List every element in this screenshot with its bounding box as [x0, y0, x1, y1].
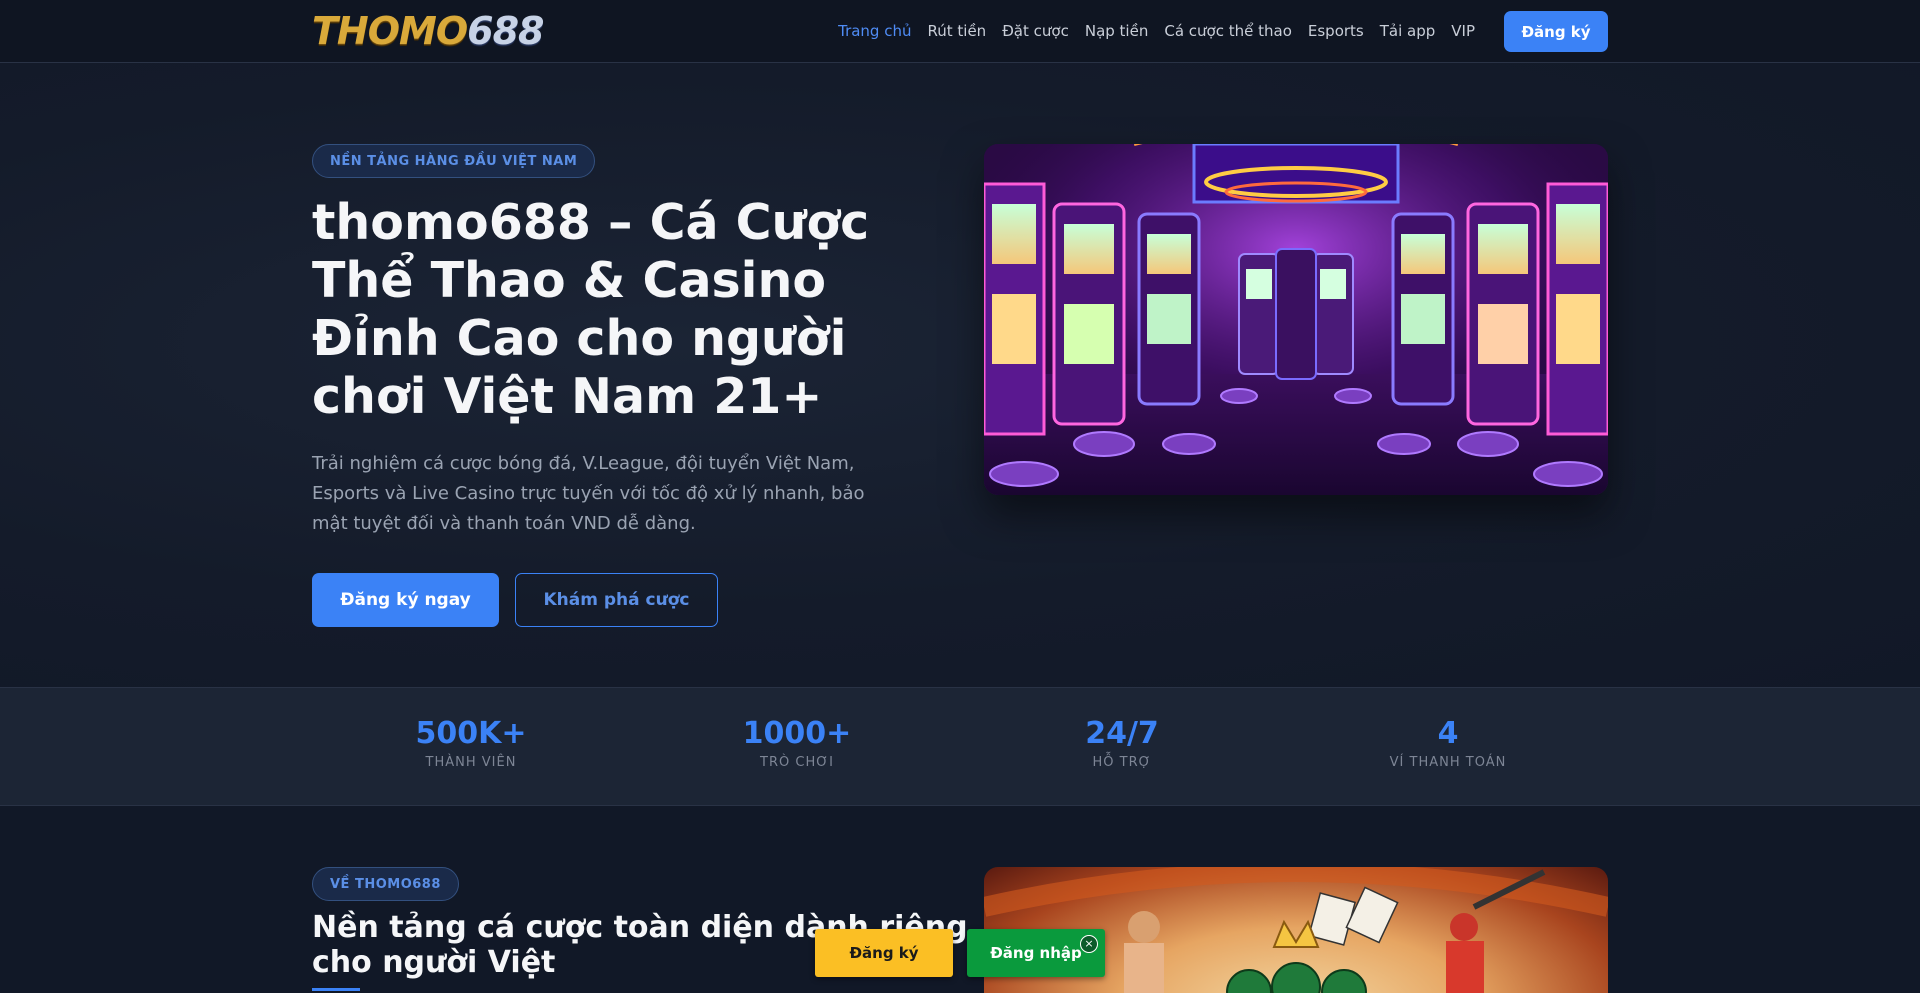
casino-slot-machines-image [984, 144, 1608, 495]
nav-item-nap-tien[interactable]: Nạp tiền [1085, 22, 1149, 40]
hero-description: Trải nghiệm cá cược bóng đá, V.League, đ… [312, 453, 865, 534]
title-underline [312, 988, 360, 991]
hero-section [0, 63, 1920, 687]
nav-item-vip[interactable]: VIP [1451, 22, 1475, 40]
stat-members: 500K+ THÀNH VIÊN [351, 715, 591, 770]
stat-label: TRÒ CHƠI [760, 755, 834, 770]
stats-bar: 500K+ THÀNH VIÊN 1000+ TRÒ CHƠI 24/7 HỖ … [0, 687, 1920, 806]
main-nav: Trang chủ Rút tiền Đặt cược Nạp tiền Cá … [838, 0, 1475, 62]
logo-text-688: 688 [467, 9, 544, 53]
nav-item-esports[interactable]: Esports [1308, 22, 1364, 40]
stat-games: 1000+ TRÒ CHƠI [677, 715, 917, 770]
register-now-button[interactable]: Đăng ký ngay [312, 573, 499, 627]
stat-label: VÍ THANH TOÁN [1389, 755, 1507, 770]
floating-register-button[interactable]: Đăng ký [815, 929, 953, 977]
hero-badge: NỀN TẢNG HÀNG ĐẦU VIỆT NAM [312, 144, 596, 178]
stat-wallets: 4 VÍ THANH TOÁN [1328, 715, 1568, 770]
nav-item-trang-chu[interactable]: Trang chủ [838, 22, 911, 40]
hero-title: thomo688 – Cá Cược Thể Thao & Casino Đỉn… [312, 194, 870, 425]
about-section: VỀ THOMO688 Nền tảng cá cược toàn diện d… [0, 806, 1920, 993]
nav-item-ca-cuoc-the-thao[interactable]: Cá cược thể thao [1164, 22, 1292, 40]
nav-item-rut-tien[interactable]: Rút tiền [927, 22, 986, 40]
stat-value: 500K+ [415, 716, 527, 751]
logo-text-thomo: THOMO [312, 9, 468, 53]
about-badge: VỀ THOMO688 [312, 867, 459, 901]
stat-value: 24/7 [1085, 716, 1159, 751]
stat-label: THÀNH VIÊN [425, 755, 517, 770]
site-header: THOMO688 Trang chủ Rút tiền Đặt cược Nạp… [0, 0, 1920, 63]
stat-value: 1000+ [742, 716, 852, 751]
header-register-button[interactable]: Đăng ký [1504, 11, 1608, 52]
nav-item-tai-app[interactable]: Tải app [1380, 22, 1436, 40]
stat-value: 4 [1437, 716, 1459, 751]
stat-support: 24/7 HỖ TRỢ [1002, 715, 1242, 770]
stat-label: HỖ TRỢ [1092, 755, 1152, 770]
close-icon[interactable]: × [1080, 935, 1098, 953]
nav-item-dat-cuoc[interactable]: Đặt cược [1002, 22, 1069, 40]
explore-betting-button[interactable]: Khám phá cược [515, 573, 718, 627]
site-logo[interactable]: THOMO688 [312, 11, 572, 51]
